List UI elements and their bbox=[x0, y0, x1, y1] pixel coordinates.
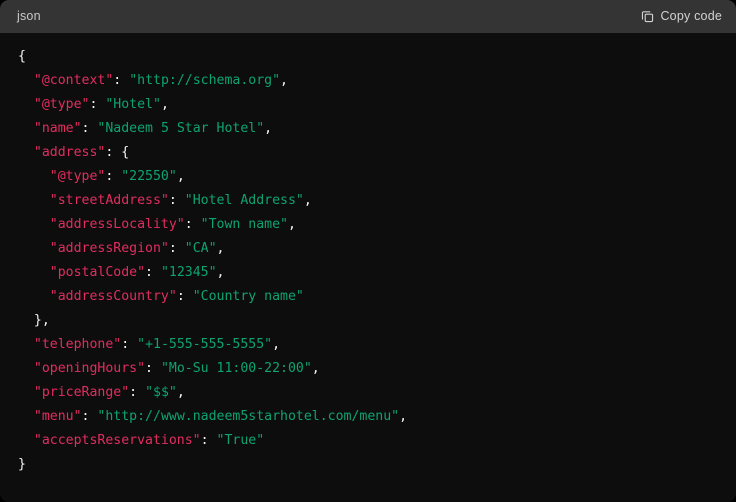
code-token-key: "@context" bbox=[33, 73, 114, 88]
code-token-key: "address" bbox=[33, 145, 106, 160]
code-line: "addressRegion": "CA", bbox=[18, 237, 718, 261]
code-token-punc: : bbox=[113, 73, 130, 88]
code-token-key: "name" bbox=[33, 121, 82, 136]
code-token-punc: : bbox=[184, 217, 201, 232]
code-line: } bbox=[18, 453, 718, 477]
code-token-str: "http://www.nadeem5starhotel.com/menu" bbox=[97, 409, 400, 424]
code-line: "@type": "Hotel", bbox=[18, 93, 718, 117]
code-line: "streetAddress": "Hotel Address", bbox=[18, 189, 718, 213]
code-token-punc: : bbox=[121, 337, 138, 352]
code-line: "openingHours": "Mo-Su 11:00-22:00", bbox=[18, 357, 718, 381]
code-token-key: "@type" bbox=[49, 169, 106, 184]
code-token-punc: , bbox=[311, 361, 320, 376]
code-line: "postalCode": "12345", bbox=[18, 261, 718, 285]
code-token-str: "+1-555-555-5555" bbox=[137, 337, 273, 352]
code-token-punc: , bbox=[216, 265, 225, 280]
code-token-punc: : bbox=[129, 385, 146, 400]
code-token-punc: : bbox=[200, 433, 217, 448]
code-token-str: "$$" bbox=[145, 385, 177, 400]
code-token-punc: } bbox=[18, 457, 26, 472]
code-token-key: "acceptsReservations" bbox=[33, 433, 201, 448]
code-token-str: "http://schema.org" bbox=[129, 73, 281, 88]
code-token-punc: : bbox=[168, 193, 185, 208]
code-token-str: "CA" bbox=[184, 241, 217, 256]
code-line: "@type": "22550", bbox=[18, 165, 718, 189]
code-token-punc: , bbox=[176, 385, 185, 400]
code-block: json Copy code { "@context": "http://sch… bbox=[0, 0, 736, 502]
code-token-str: "22550" bbox=[121, 169, 177, 184]
code-token-key: "addressCountry" bbox=[49, 289, 177, 304]
code-token-punc: , bbox=[216, 241, 225, 256]
code-token-punc: : bbox=[81, 121, 98, 136]
code-token-punc: : bbox=[105, 169, 122, 184]
code-token-punc: , bbox=[399, 409, 408, 424]
code-token-key: "priceRange" bbox=[33, 385, 130, 400]
code-token-key: "openingHours" bbox=[33, 361, 146, 376]
code-line: "addressLocality": "Town name", bbox=[18, 213, 718, 237]
code-line: "acceptsReservations": "True" bbox=[18, 429, 718, 453]
code-token-punc: : bbox=[176, 289, 193, 304]
code-token-punc: , bbox=[303, 193, 312, 208]
code-token-punc: : bbox=[145, 265, 161, 280]
code-token-key: "addressLocality" bbox=[49, 217, 185, 232]
code-content: { "@context": "http://schema.org", "@typ… bbox=[0, 45, 736, 477]
code-line: "name": "Nadeem 5 Star Hotel", bbox=[18, 117, 718, 141]
code-line: "addressCountry": "Country name" bbox=[18, 285, 718, 309]
code-line: "telephone": "+1-555-555-5555", bbox=[18, 333, 718, 357]
code-token-str: "Country name" bbox=[192, 289, 304, 304]
code-line: "address": { bbox=[18, 141, 718, 165]
code-token-str: "Hotel" bbox=[105, 97, 161, 112]
code-token-punc: : bbox=[81, 409, 98, 424]
code-line: "menu": "http://www.nadeem5starhotel.com… bbox=[18, 405, 718, 429]
copy-code-icon bbox=[641, 10, 654, 23]
code-token-str: "Town name" bbox=[200, 217, 288, 232]
code-token-punc: : bbox=[89, 97, 106, 112]
code-block-header: json Copy code bbox=[0, 0, 736, 33]
code-token-punc: , bbox=[160, 97, 169, 112]
code-token-punc: , bbox=[287, 217, 296, 232]
code-token-punc: : bbox=[168, 241, 185, 256]
code-token-key: "addressRegion" bbox=[49, 241, 169, 256]
code-body: { "@context": "http://schema.org", "@typ… bbox=[0, 33, 736, 502]
code-token-str: "12345" bbox=[160, 265, 217, 280]
code-language-label: json bbox=[17, 9, 41, 24]
code-token-str: "Mo-Su 11:00-22:00" bbox=[160, 361, 312, 376]
code-line: { bbox=[18, 45, 718, 69]
code-token-key: "@type" bbox=[33, 97, 90, 112]
code-token-punc: : bbox=[145, 361, 161, 376]
code-token-punc: : { bbox=[105, 145, 130, 160]
copy-code-label: Copy code bbox=[660, 9, 722, 24]
code-token-punc: , bbox=[176, 169, 185, 184]
code-token-key: "streetAddress" bbox=[49, 193, 169, 208]
code-token-str: "True" bbox=[216, 433, 265, 448]
code-line: "priceRange": "$$", bbox=[18, 381, 718, 405]
code-token-punc: }, bbox=[33, 313, 50, 328]
code-line: }, bbox=[18, 309, 718, 333]
code-token-punc: { bbox=[18, 49, 26, 64]
code-token-punc: , bbox=[280, 73, 288, 88]
copy-code-button[interactable]: Copy code bbox=[641, 10, 722, 23]
code-token-key: "telephone" bbox=[33, 337, 122, 352]
code-token-str: "Hotel Address" bbox=[184, 193, 304, 208]
code-token-key: "postalCode" bbox=[49, 265, 146, 280]
code-token-str: "Nadeem 5 Star Hotel" bbox=[97, 121, 265, 136]
code-token-key: "menu" bbox=[33, 409, 82, 424]
code-line: "@context": "http://schema.org", bbox=[18, 69, 718, 93]
code-token-punc: , bbox=[272, 337, 281, 352]
code-token-punc: , bbox=[264, 121, 273, 136]
